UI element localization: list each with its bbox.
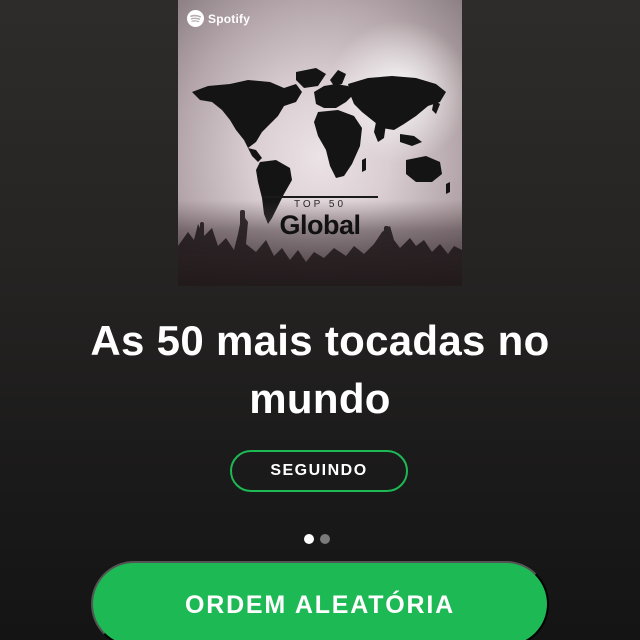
playlist-cover: Spotify TOP 50 Global — [178, 0, 462, 286]
playlist-title: As 50 mais tocadas no mundo — [90, 317, 550, 422]
cover-art-image — [178, 0, 462, 286]
shuffle-play-button[interactable]: ORDEM ALEATÓRIA — [91, 561, 549, 640]
cover-kicker: TOP 50 — [293, 199, 347, 210]
spotify-logo-text: Spotify — [208, 11, 251, 26]
cover-divider — [262, 196, 378, 198]
cover-heading: Global — [279, 210, 361, 240]
page-indicator — [304, 534, 330, 544]
spotify-logo-icon — [187, 10, 204, 27]
spotify-logo: Spotify — [187, 10, 250, 27]
following-button[interactable]: SEGUINDO — [230, 450, 408, 492]
page-dot-active[interactable] — [304, 534, 314, 544]
page-dot-inactive[interactable] — [320, 534, 330, 544]
